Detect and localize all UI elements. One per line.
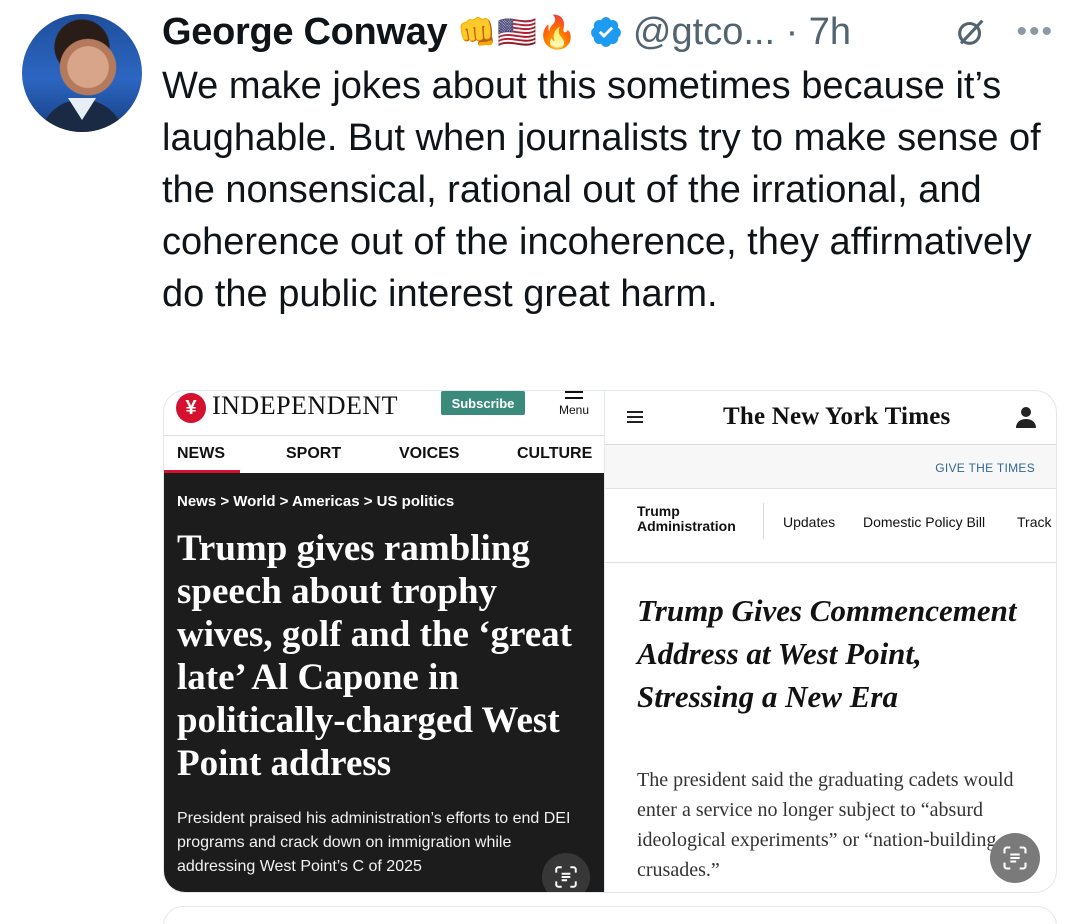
subnav-updates[interactable]: Updates [783, 514, 835, 530]
account-icon[interactable] [1015, 405, 1037, 429]
menu-label: Menu [558, 403, 590, 417]
subnav-track[interactable]: Track [1017, 514, 1051, 530]
separator-dot: · [785, 10, 799, 53]
independent-topbar: ¥ INDEPENDENT Subscribe Menu [164, 391, 604, 435]
header-actions: ••• [954, 10, 1054, 54]
more-options-icon[interactable]: ••• [1016, 15, 1054, 49]
independent-standfirst: President praised his administration’s e… [177, 810, 571, 875]
verified-badge-icon [591, 17, 621, 47]
nyt-summary: The president said the graduating cadets… [637, 769, 1014, 881]
nyt-subnav: Trump Administration Updates Domestic Po… [605, 489, 1056, 563]
menu-button[interactable]: Menu [554, 391, 594, 417]
subscribe-button[interactable]: Subscribe [441, 391, 525, 415]
nav-voices[interactable]: VOICES [399, 436, 459, 463]
visual-lookup-button[interactable] [542, 853, 590, 892]
nyt-headline: Trump Gives Commencement Address at West… [637, 593, 1017, 714]
breadcrumb[interactable]: News > World > Americas > US politics [177, 493, 454, 510]
give-the-times-bar: GIVE THE TIMES [605, 445, 1056, 489]
visual-lookup-icon [555, 866, 577, 888]
author-name[interactable]: George Conway [162, 11, 448, 54]
next-card-edge [163, 906, 1057, 924]
nav-sport[interactable]: SPORT [286, 436, 341, 463]
subnav-divider [763, 503, 764, 539]
handle-text: @gtco... [632, 10, 775, 53]
nyt-screenshot[interactable]: The New York Times GIVE THE TIMES Trump … [605, 390, 1057, 893]
author-handle[interactable]: @gtco... · 7h [633, 11, 851, 54]
grok-icon[interactable] [954, 15, 988, 49]
author-avatar[interactable] [22, 14, 142, 132]
tweet-time[interactable]: 7h [809, 11, 851, 53]
nyt-logo[interactable]: The New York Times [723, 403, 950, 431]
independent-headline: Trump gives rambling speech about trophy… [177, 528, 572, 784]
give-the-times-link[interactable]: GIVE THE TIMES [935, 461, 1035, 475]
author-emojis: 👊🇺🇸🔥 [457, 14, 577, 50]
nav-culture[interactable]: CULTURE [517, 436, 592, 463]
nav-news[interactable]: NEWS [177, 436, 225, 463]
section-label[interactable]: Trump Administration [637, 504, 757, 534]
subnav-domestic-policy-bill[interactable]: Domestic Policy Bill [863, 514, 985, 530]
independent-nav: NEWS SPORT VOICES CULTURE [164, 435, 604, 474]
independent-logo: INDEPENDENT [212, 391, 399, 420]
tweet-header: George Conway 👊🇺🇸🔥 @gtco... · 7h [162, 10, 851, 54]
independent-screenshot[interactable]: ¥ INDEPENDENT Subscribe Menu NEWS SPORT … [163, 390, 605, 893]
independent-article: News > World > Americas > US politics Tr… [164, 473, 604, 892]
visual-lookup-icon [1003, 846, 1027, 870]
visual-lookup-button[interactable] [990, 833, 1040, 883]
hamburger-menu-icon[interactable] [627, 411, 643, 423]
independent-eagle-icon: ¥ [176, 393, 206, 423]
hamburger-menu-icon [565, 391, 583, 399]
tweet-text: We make jokes about this sometimes becau… [162, 65, 1041, 315]
nyt-topbar: The New York Times [605, 391, 1056, 445]
